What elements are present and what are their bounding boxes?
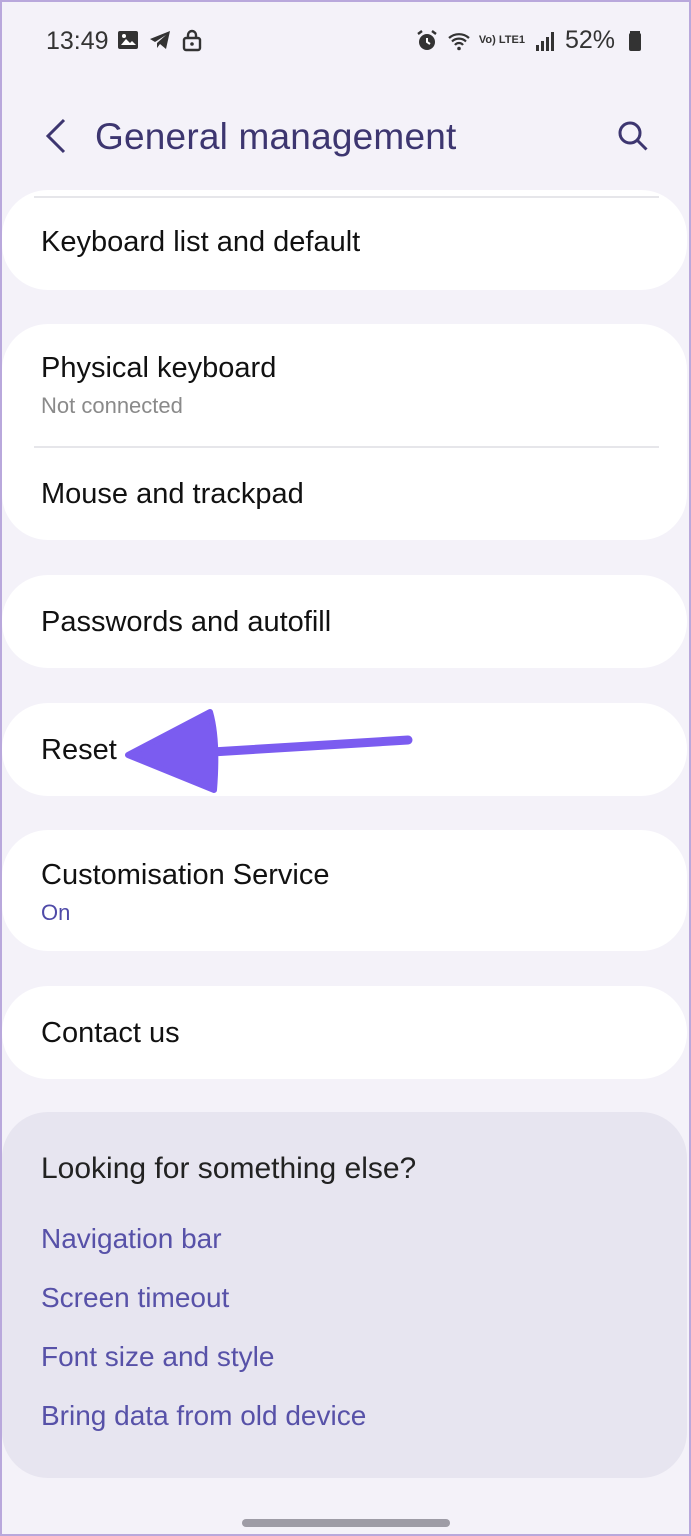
item-title: Contact us <box>41 1017 180 1049</box>
lock-icon <box>180 28 204 52</box>
search-icon <box>615 118 651 159</box>
item-title: Keyboard list and default <box>41 226 361 258</box>
suggestion-link-bring-data[interactable]: Bring data from old device <box>41 1400 366 1432</box>
passwords-autofill-item[interactable]: Passwords and autofill <box>2 606 687 639</box>
contact-us-item[interactable]: Contact us <box>2 1017 687 1050</box>
divider <box>34 446 659 448</box>
wifi-icon <box>447 29 471 53</box>
telegram-icon <box>148 28 172 52</box>
network-type: Vo) LTE1 <box>478 34 525 46</box>
battery-percent: 52% <box>564 26 615 54</box>
app-header: General management <box>0 100 691 180</box>
keyboard-settings-card: Physical keyboard Not connected Mouse an… <box>2 324 687 540</box>
suggestion-link-font-size[interactable]: Font size and style <box>41 1341 274 1373</box>
customisation-service-item[interactable]: Customisation Service On <box>2 859 687 926</box>
item-subtitle: Not connected <box>41 393 183 418</box>
item-title: Passwords and autofill <box>41 606 332 638</box>
mouse-trackpad-item[interactable]: Mouse and trackpad <box>2 478 687 511</box>
item-subtitle: On <box>41 900 71 925</box>
status-bar: 13:49 Vo) LTE1 52% <box>0 0 691 80</box>
physical-keyboard-item[interactable]: Physical keyboard Not connected <box>2 352 687 419</box>
item-title: Mouse and trackpad <box>41 478 304 510</box>
suggestion-link-navigation-bar[interactable]: Navigation bar <box>41 1223 222 1255</box>
customisation-card: Customisation Service On <box>2 830 687 951</box>
status-time: 13:49 <box>46 27 109 55</box>
suggestions-card: Looking for something else? Navigation b… <box>2 1112 687 1478</box>
contact-card: Contact us <box>2 986 687 1079</box>
keyboard-list-item[interactable]: Keyboard list and default <box>2 226 687 259</box>
home-indicator[interactable] <box>242 1519 450 1527</box>
page-title: General management <box>95 116 457 157</box>
passwords-card: Passwords and autofill <box>2 575 687 668</box>
back-button[interactable] <box>34 112 78 164</box>
battery-icon <box>623 29 647 53</box>
suggestions-title: Looking for something else? <box>41 1152 417 1185</box>
divider <box>34 196 659 198</box>
signal-icon <box>533 29 557 53</box>
item-title: Physical keyboard <box>41 352 277 384</box>
item-title: Customisation Service <box>41 859 330 891</box>
chevron-left-icon <box>42 116 70 161</box>
status-notification-icons <box>116 28 204 52</box>
keyboard-list-card: Keyboard list and default <box>2 190 687 290</box>
suggestion-link-screen-timeout[interactable]: Screen timeout <box>41 1282 229 1314</box>
search-button[interactable] <box>609 114 657 162</box>
status-system-icons: Vo) LTE1 52% <box>415 26 647 55</box>
image-icon <box>116 28 140 52</box>
alarm-icon <box>415 29 439 53</box>
annotation-arrow-icon <box>125 709 413 793</box>
